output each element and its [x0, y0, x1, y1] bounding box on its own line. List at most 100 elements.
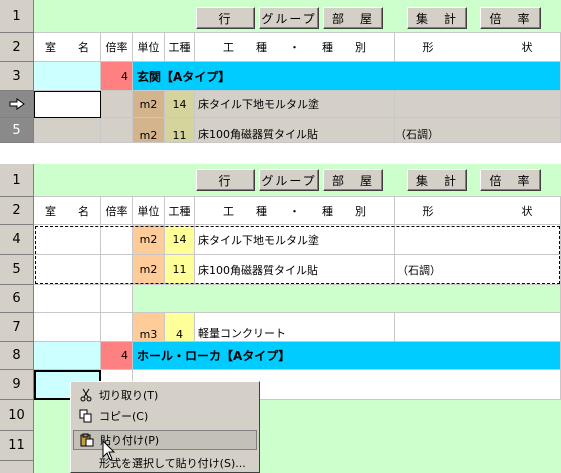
unit-value: m3 [139, 328, 158, 341]
total-button[interactable]: 集 計 [407, 7, 467, 29]
room-cell[interactable] [34, 118, 101, 143]
row-header[interactable]: 6 [0, 285, 34, 313]
total-button[interactable]: 集 計 [407, 169, 467, 191]
unit-cell[interactable]: m2 [133, 91, 165, 118]
header-label: 形 状 [422, 41, 533, 54]
menu-item-paste[interactable]: 貼り付け(P) [73, 430, 257, 450]
code-cell[interactable]: 14 [165, 91, 195, 118]
row-header[interactable]: 2 [0, 33, 34, 62]
description-cell[interactable]: 床100角磁器質タイル貼 [195, 255, 395, 285]
shape-cell[interactable] [395, 225, 561, 255]
shape-cell[interactable] [395, 91, 561, 118]
row-header[interactable]: 5 [0, 255, 34, 285]
mouse-cursor-icon [102, 440, 116, 461]
multiplier-cell[interactable] [101, 285, 133, 313]
row-header[interactable]: 4 [0, 225, 34, 255]
row-header-selected[interactable]: 5 [0, 118, 34, 143]
multiplier-cell[interactable] [101, 225, 133, 255]
room-cell[interactable] [34, 62, 101, 91]
menu-item-copy[interactable]: コピー(C) [73, 406, 257, 426]
description-cell[interactable]: 床タイル下地モルタル塗 [195, 225, 395, 255]
arrow-right-icon [9, 98, 25, 110]
menu-item-paste-special[interactable]: 形式を選択して貼り付け(S)... [73, 453, 257, 473]
separator [0, 143, 561, 164]
code-cell[interactable]: 11 [165, 255, 195, 285]
row-header[interactable]: 2 [0, 197, 34, 225]
row-header[interactable]: 10 [0, 400, 34, 431]
row-header[interactable]: 3 [0, 62, 34, 91]
section-title-cell[interactable]: 玄関【Aタイプ】 [133, 62, 561, 91]
active-cell[interactable] [34, 91, 101, 118]
unit-cell[interactable]: m2 [133, 255, 165, 285]
description-cell[interactable]: 軽量コンクリート [195, 313, 395, 342]
scissors-icon [73, 388, 99, 402]
row-header[interactable]: 8 [0, 342, 34, 370]
unit-value: m2 [139, 97, 158, 111]
unit-cell[interactable]: m2 [133, 225, 165, 255]
shape-cell[interactable]: （石調） [395, 118, 561, 143]
description-cell[interactable]: 床100角磁器質タイル貼 [195, 118, 395, 143]
room-cell[interactable] [34, 225, 101, 255]
row-header[interactable]: 9 [0, 370, 34, 400]
context-menu: 切り取り(T) コピー(C) 貼り付け(P) 形式を選択して貼り付け(S)... [70, 381, 260, 473]
shape-value: （石調） [397, 263, 441, 277]
header-label: 工種 [168, 204, 191, 218]
description-value: 軽量コンクリート [198, 327, 286, 340]
copy-icon [73, 409, 99, 423]
room-cell[interactable] [34, 342, 101, 370]
group-button[interactable]: グループ [259, 7, 319, 29]
unit-value: m2 [139, 129, 158, 142]
description-value: 床タイル下地モルタル塗 [198, 233, 319, 247]
code-cell[interactable]: 4 [165, 313, 195, 342]
paste-icon [74, 433, 100, 447]
ratio-button[interactable]: 倍 率 [480, 169, 541, 191]
row-header[interactable]: 11 [0, 431, 34, 461]
row-header[interactable] [0, 461, 34, 473]
code-value: 11 [172, 263, 187, 276]
menu-item-cut[interactable]: 切り取り(T) [73, 385, 257, 405]
shape-cell[interactable]: （石調） [395, 255, 561, 285]
multiplier-value: 4 [121, 69, 128, 83]
header-room-name: 室 名 [34, 33, 101, 62]
multiplier-cell[interactable]: 4 [101, 62, 133, 91]
row-header[interactable]: 1 [0, 164, 34, 197]
room-cell[interactable] [34, 285, 101, 313]
group-button[interactable]: グループ [259, 169, 319, 191]
multiplier-cell[interactable] [101, 255, 133, 285]
description-value: 床100角磁器質タイル貼 [198, 128, 318, 141]
row-header-selected[interactable] [0, 91, 34, 118]
section-title-cell[interactable]: ホール・ローカ【Aタイプ】 [133, 342, 561, 370]
section-title: 玄関【Aタイプ】 [137, 69, 231, 84]
header-label: 単位 [137, 41, 160, 54]
code-value: 14 [172, 233, 187, 246]
room-button[interactable]: 部 屋 [323, 169, 383, 191]
header-work-category: 工 種 ・ 種 別 [195, 197, 395, 225]
group-spacer-cell[interactable] [133, 285, 561, 313]
room-cell[interactable] [34, 313, 101, 342]
unit-cell[interactable]: m3 [133, 313, 165, 342]
multiplier-cell[interactable] [101, 91, 133, 118]
row-header[interactable]: 7 [0, 313, 34, 342]
room-button[interactable]: 部 屋 [323, 7, 383, 29]
room-cell[interactable] [34, 255, 101, 285]
row-button[interactable]: 行 [196, 7, 255, 29]
shape-cell[interactable] [395, 313, 561, 342]
multiplier-cell[interactable]: 4 [101, 342, 133, 370]
row-button[interactable]: 行 [196, 169, 255, 191]
description-value: 床100角磁器質タイル貼 [198, 263, 318, 277]
header-label: 工 種 ・ 種 別 [223, 204, 366, 218]
unit-value: m2 [139, 233, 158, 246]
multiplier-cell[interactable] [101, 313, 133, 342]
shape-value: （石調） [395, 128, 439, 141]
code-cell[interactable]: 14 [165, 225, 195, 255]
ratio-button[interactable]: 倍 率 [480, 7, 541, 29]
description-cell[interactable]: 床タイル下地モルタル塗 [195, 91, 395, 118]
code-value: 14 [172, 97, 187, 111]
header-label: 室 名 [45, 41, 89, 54]
header-label: 単位 [137, 204, 160, 218]
header-unit: 単位 [133, 33, 165, 62]
multiplier-cell[interactable] [101, 118, 133, 143]
code-cell[interactable]: 11 [165, 118, 195, 143]
unit-cell[interactable]: m2 [133, 118, 165, 143]
row-header[interactable]: 1 [0, 0, 34, 33]
